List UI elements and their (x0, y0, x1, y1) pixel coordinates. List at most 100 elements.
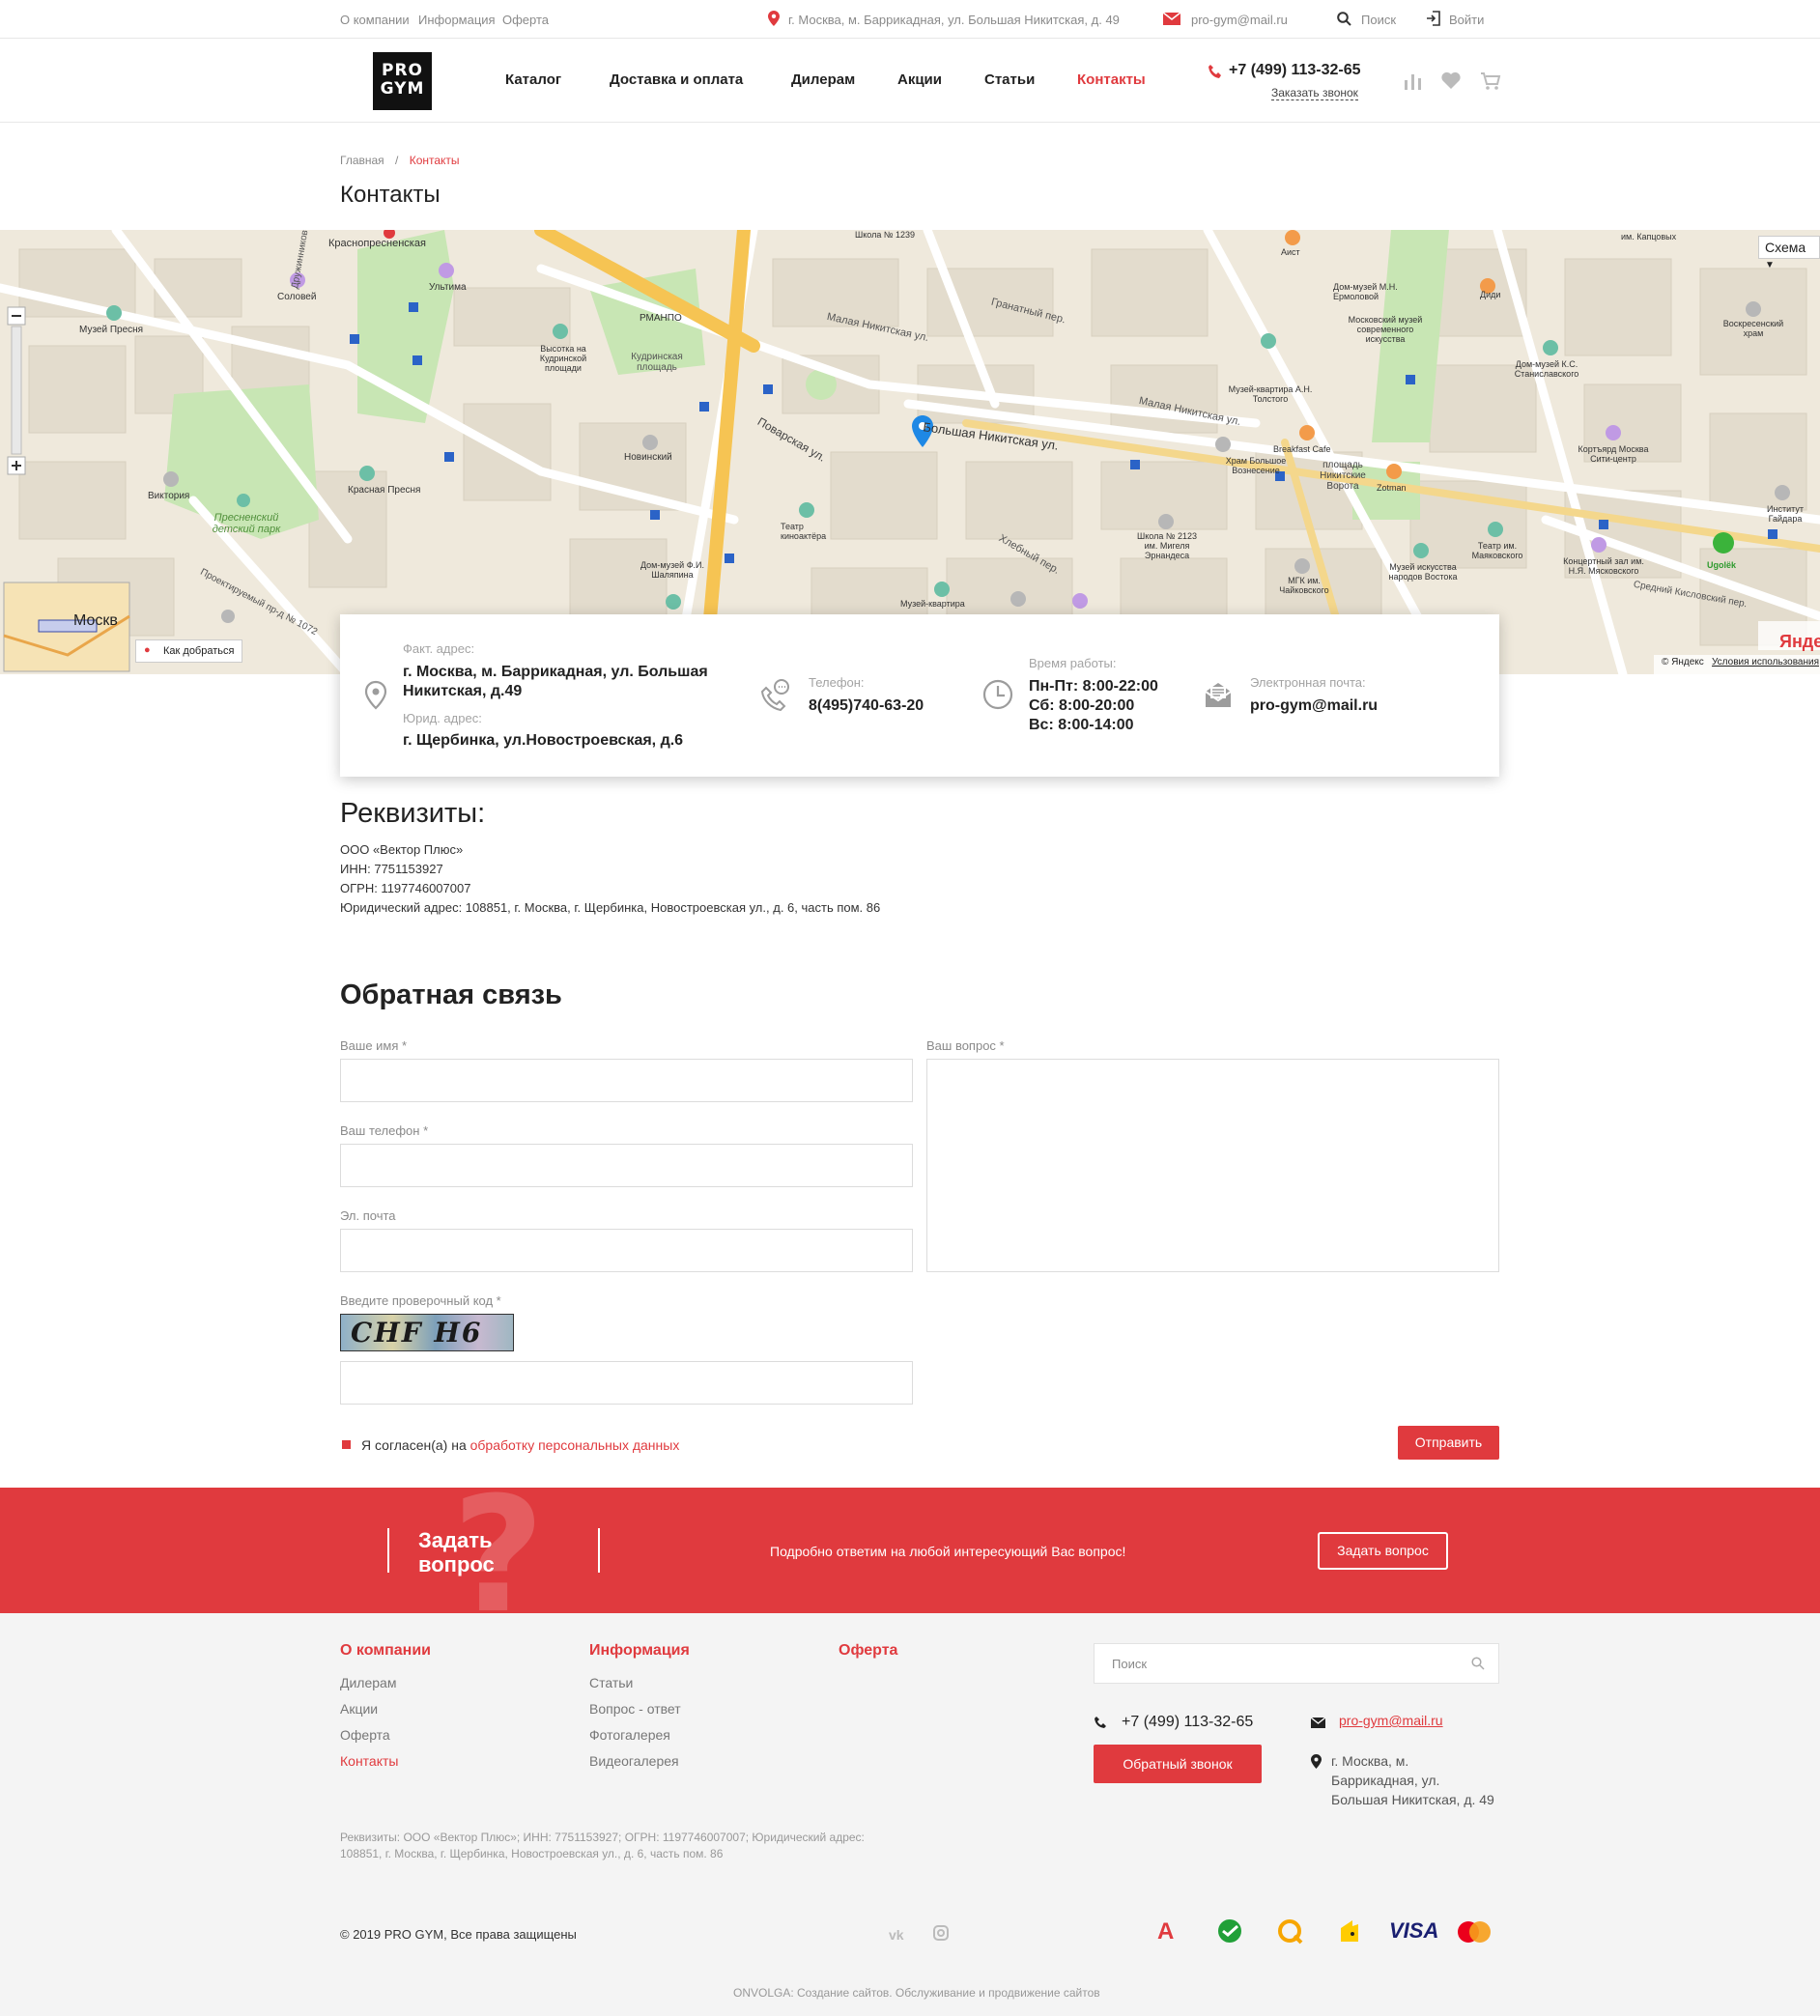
map-label: Театр киноактёра (781, 522, 827, 541)
ask-question-banner: ? Задать вопрос Подробно ответим на любо… (0, 1488, 1820, 1613)
footer-link-articles[interactable]: Статьи (589, 1675, 633, 1690)
vk-icon[interactable]: vk (889, 1927, 904, 1943)
question-textarea[interactable] (926, 1059, 1499, 1272)
topbar-login[interactable]: Войти (1449, 13, 1484, 27)
captcha-input[interactable] (340, 1361, 913, 1405)
map-label: Ugolёk (1707, 560, 1737, 570)
map-zoom-out-button[interactable] (12, 307, 29, 325)
map-label: площадь Никитские Ворота (1320, 460, 1366, 492)
mail-icon (1162, 12, 1181, 25)
footer-link-dealers[interactable]: Дилерам (340, 1675, 396, 1690)
instagram-icon[interactable] (933, 1925, 949, 1941)
map-label: Школа № 2123 им. Мигеля Эрнандеса (1136, 531, 1198, 560)
footer-col3-title[interactable]: Оферта (839, 1642, 897, 1660)
topbar-link-info[interactable]: Информация (418, 13, 496, 27)
topbar-address: г. Москва, м. Баррикадная, ул. Большая Н… (788, 13, 1120, 27)
email-label: Электронная почта: (1250, 675, 1366, 690)
footer-link-promo[interactable]: Акции (340, 1701, 378, 1717)
map-scheme-label: Схема (1765, 240, 1806, 255)
nav-catalog[interactable]: Каталог (505, 71, 561, 88)
search-icon[interactable] (1337, 12, 1351, 26)
yandex-money-icon (1339, 1918, 1360, 1945)
map-label: Красная Пресня (348, 485, 421, 496)
feedback-title: Обратная связь (340, 980, 562, 1010)
requisites-title: Реквизиты: (340, 798, 486, 829)
nav-contacts[interactable]: Контакты (1077, 71, 1146, 88)
name-input[interactable] (340, 1059, 913, 1102)
cart-icon[interactable] (1480, 71, 1501, 92)
map-scheme-button[interactable]: Схема ▼ (1758, 236, 1820, 270)
map-label: Диди (1480, 290, 1501, 299)
map-route-button[interactable]: ● Как добраться (135, 639, 243, 663)
nav-promo[interactable]: Акции (897, 71, 942, 88)
requisites-block: ООО «Вектор Плюс» ИНН: 7751153927 ОГРН: … (340, 840, 880, 918)
email-value[interactable]: pro-gym@mail.ru (1250, 696, 1378, 716)
nav-delivery[interactable]: Доставка и оплата (610, 71, 743, 88)
topbar-link-about[interactable]: О компании (340, 13, 410, 27)
search-icon[interactable] (1471, 1657, 1485, 1670)
ask-question-button[interactable]: Задать вопрос (1318, 1532, 1448, 1570)
banner-text: Подробно ответим на любой интересующий В… (770, 1544, 1126, 1559)
map-label: Кортъярд Москва Сити-центр (1578, 444, 1649, 464)
envelope-icon (1202, 678, 1235, 711)
hours-saturday: Сб: 8:00-20:00 (1029, 697, 1135, 714)
login-icon[interactable] (1426, 11, 1440, 26)
nav-dealers[interactable]: Дилерам (791, 71, 855, 88)
footer-col2-title[interactable]: Информация (589, 1642, 690, 1660)
footer-credit: ONVOLGA: Создание сайтов. Обслуживание и… (733, 1986, 1100, 2000)
footer-phone[interactable]: +7 (499) 113-32-65 (1122, 1714, 1253, 1731)
phone-input[interactable] (340, 1144, 913, 1187)
footer-link-faq[interactable]: Вопрос - ответ (589, 1701, 681, 1717)
map-label: Институт Гайдара (1767, 504, 1804, 524)
footer-callback-button[interactable]: Обратный звонок (1094, 1745, 1262, 1783)
map-label: Высотка на Кудринской площади (539, 344, 587, 373)
map-label: Дом-музей Ф.И. Шаляпина (640, 560, 705, 580)
map-label: МГК им. Чайковского (1279, 576, 1329, 595)
map-terms-link[interactable]: Условия использования (1712, 657, 1819, 667)
footer-link-offer[interactable]: Оферта (340, 1727, 390, 1743)
footer-search-input[interactable]: Поиск (1094, 1643, 1499, 1684)
map-label: РМАНПО (640, 313, 682, 324)
email-input[interactable] (340, 1229, 913, 1272)
topbar-search[interactable]: Поиск (1361, 13, 1396, 27)
compare-icon[interactable] (1402, 71, 1423, 92)
favorites-heart-icon[interactable] (1440, 71, 1462, 92)
breadcrumb-home[interactable]: Главная (340, 154, 384, 167)
footer-link-contacts[interactable]: Контакты (340, 1753, 398, 1769)
topbar-email[interactable]: pro-gym@mail.ru (1191, 13, 1288, 27)
phone-support-icon (759, 678, 792, 712)
route-pin-icon: ● (144, 644, 151, 656)
callback-link[interactable]: Заказать звонок (1271, 86, 1358, 100)
header-phone[interactable]: +7 (499) 113-32-65 (1229, 62, 1361, 79)
footer-link-photos[interactable]: Фотогалерея (589, 1727, 670, 1743)
yandex-map[interactable]: Малая Никитская ул. Большая Никитская ул… (0, 230, 1820, 674)
alfabank-icon: А (1157, 1918, 1175, 1945)
personal-data-link[interactable]: обработку персональных данных (470, 1437, 680, 1453)
footer-col1-title[interactable]: О компании (340, 1642, 431, 1660)
map-zoom-in-button[interactable] (12, 457, 29, 474)
nav-articles[interactable]: Статьи (984, 71, 1035, 88)
map-label: Театр им. Маяковского (1471, 541, 1523, 560)
divider (598, 1528, 600, 1573)
map-label: Музей-квартира А.Н. Толстого (1228, 384, 1313, 404)
map-label: Breakfast Cafe (1273, 444, 1331, 454)
captcha-label: Введите проверочный код * (340, 1293, 501, 1308)
footer-link-videos[interactable]: Видеогалерея (589, 1753, 679, 1769)
map-label: Аист (1281, 247, 1300, 257)
banner-title-line1: Задать (418, 1528, 493, 1552)
submit-button[interactable]: Отправить (1398, 1426, 1499, 1460)
agree-checkbox[interactable] (342, 1440, 351, 1449)
map-minimap-label: Москв (73, 612, 118, 629)
location-pin-icon (1311, 1754, 1322, 1769)
map-label: Музей Пресня (79, 325, 144, 335)
footer-email[interactable]: pro-gym@mail.ru (1339, 1713, 1443, 1728)
phone-value[interactable]: 8(495)740-63-20 (809, 696, 924, 716)
phone-icon (1208, 64, 1223, 79)
question-label: Ваш вопрос * (926, 1038, 1005, 1053)
logo[interactable]: PRO GYM (373, 52, 432, 110)
logo-line2: GYM (380, 79, 425, 99)
yandex-logo: Яндекс (1779, 632, 1820, 651)
topbar-link-offer[interactable]: Оферта (502, 13, 549, 27)
jur-address-value: г. Щербинка, ул.Новостроевская, д.6 (403, 732, 684, 749)
map-copyright: © Яндекс (1662, 657, 1704, 667)
